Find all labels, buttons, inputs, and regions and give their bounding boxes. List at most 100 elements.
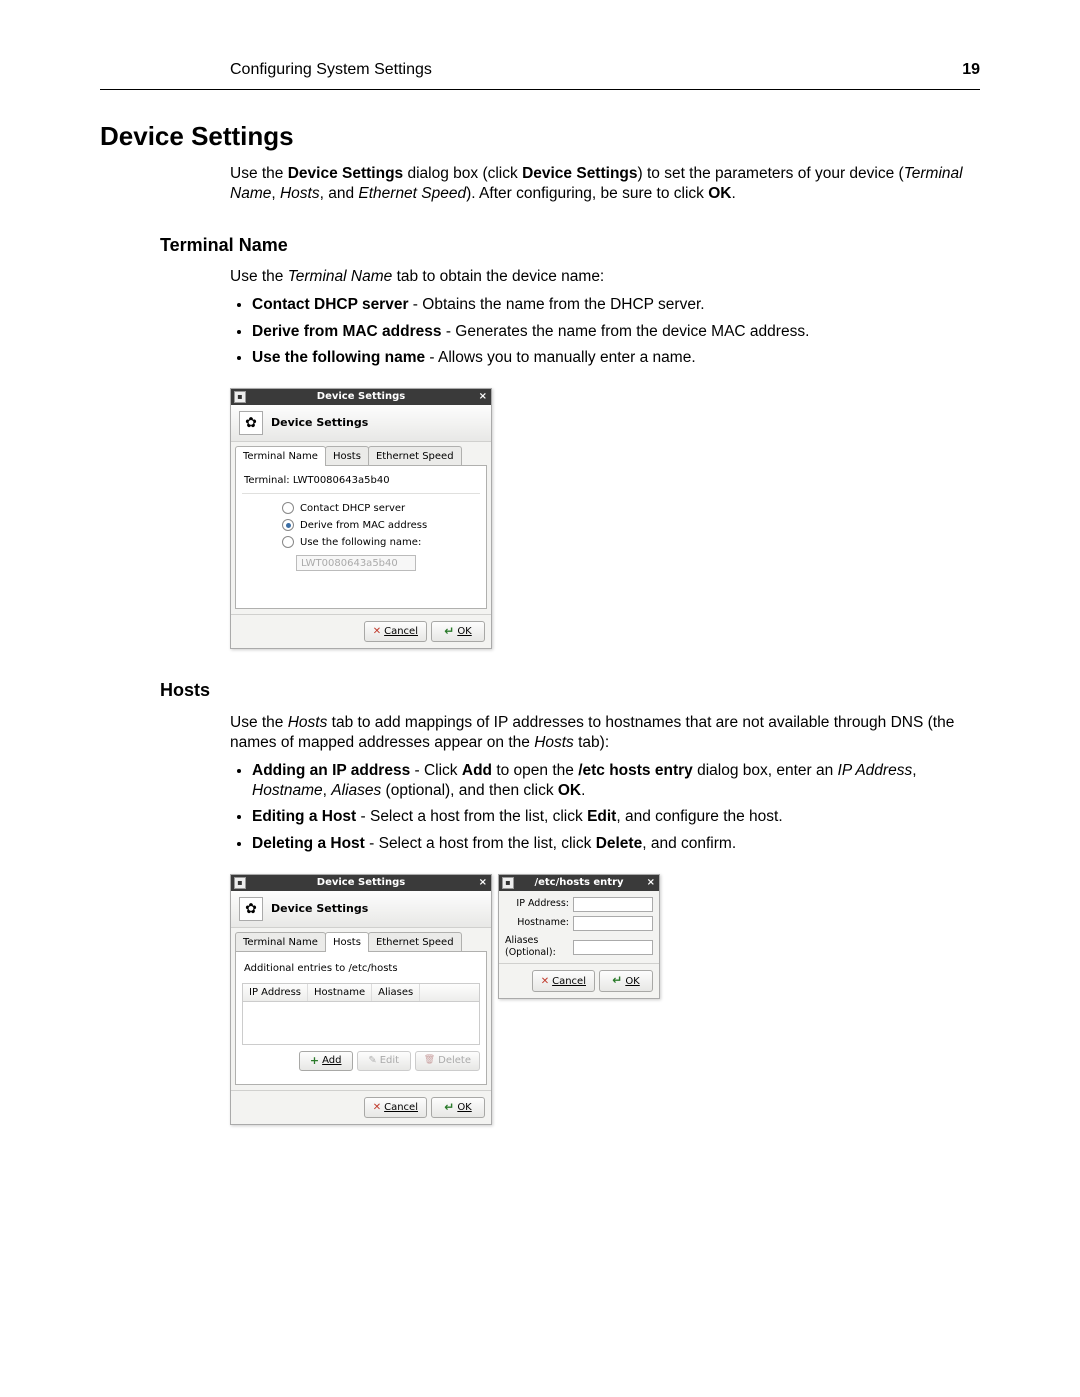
text: ). After configuring, be sure to click bbox=[466, 185, 708, 202]
col-aliases[interactable]: Aliases bbox=[372, 984, 420, 1001]
terminal-name-display: Terminal: LWT0080643a5b40 bbox=[242, 472, 480, 494]
tab-terminal-name[interactable]: Terminal Name bbox=[235, 446, 326, 466]
button-label: OK bbox=[457, 1101, 471, 1114]
text: Use the bbox=[230, 268, 288, 285]
cancel-button[interactable]: ✕Cancel bbox=[364, 1097, 427, 1119]
dialog-header: ✿ Device Settings bbox=[231, 405, 491, 442]
button-label: Edit bbox=[380, 1054, 399, 1067]
ok-button[interactable]: ↵OK bbox=[599, 970, 653, 992]
device-settings-dialog-terminal: ▪ Device Settings × ✿ Device Settings Te… bbox=[230, 388, 492, 650]
radio-contact-dhcp[interactable]: Contact DHCP server bbox=[242, 500, 480, 517]
text: Terminal: bbox=[244, 475, 293, 486]
system-menu-icon[interactable]: ▪ bbox=[234, 391, 246, 403]
tab-hosts[interactable]: Hosts bbox=[325, 446, 369, 466]
cancel-button[interactable]: ✕Cancel bbox=[364, 621, 427, 643]
tab-ethernet-speed[interactable]: Ethernet Speed bbox=[368, 446, 462, 466]
dialog-header-title: Device Settings bbox=[271, 416, 368, 430]
list-item: Editing a Host - Select a host from the … bbox=[252, 807, 980, 827]
ok-icon: ↵ bbox=[612, 973, 622, 989]
ok-button[interactable]: ↵OK bbox=[431, 621, 485, 643]
radio-icon[interactable] bbox=[282, 502, 294, 514]
button-label: OK bbox=[457, 625, 471, 638]
text: - Generates the name from the device MAC… bbox=[442, 323, 810, 340]
list-item: Use the following name - Allows you to m… bbox=[252, 348, 980, 368]
aliases-input[interactable] bbox=[573, 940, 653, 955]
hostname-label: Hostname: bbox=[517, 917, 569, 929]
tab-hosts[interactable]: Hosts bbox=[325, 932, 369, 952]
text: (optional), and then click bbox=[381, 782, 558, 799]
cancel-button[interactable]: ✕Cancel bbox=[532, 970, 595, 992]
system-menu-icon[interactable]: ▪ bbox=[234, 877, 246, 889]
edit-button[interactable]: ✎ Edit bbox=[357, 1051, 411, 1071]
text: Terminal Name bbox=[288, 268, 393, 285]
titlebar-text: /etc/hosts entry bbox=[534, 876, 623, 889]
hosts-table-header: IP Address Hostname Aliases bbox=[243, 984, 479, 1002]
ip-address-input[interactable] bbox=[573, 897, 653, 912]
running-header-left: Configuring System Settings bbox=[230, 60, 432, 81]
terminal-name-input[interactable]: LWT0080643a5b40 bbox=[296, 555, 416, 571]
plus-icon: + bbox=[310, 1054, 319, 1068]
text: Ethernet Speed bbox=[358, 185, 466, 202]
intro-paragraph: Use the Device Settings dialog box (clic… bbox=[230, 164, 980, 204]
close-icon[interactable]: × bbox=[479, 876, 487, 889]
text: , and confirm. bbox=[642, 835, 736, 852]
titlebar[interactable]: ▪ Device Settings × bbox=[231, 389, 491, 405]
device-settings-dialog-hosts: ▪ Device Settings × ✿ Device Settings Te… bbox=[230, 874, 492, 1126]
hosts-table[interactable]: IP Address Hostname Aliases bbox=[242, 983, 480, 1045]
hostname-input[interactable] bbox=[573, 916, 653, 931]
text: dialog box, enter an bbox=[693, 762, 838, 779]
titlebar[interactable]: ▪ Device Settings × bbox=[231, 875, 491, 891]
text: Use the bbox=[230, 165, 288, 182]
text: OK bbox=[708, 185, 731, 202]
dialog-button-row: ✕Cancel ↵OK bbox=[231, 1090, 491, 1125]
ok-button[interactable]: ↵OK bbox=[431, 1097, 485, 1119]
text: Device Settings bbox=[288, 165, 403, 182]
gear-icon: ✿ bbox=[239, 897, 263, 921]
terminal-name-bullets: Contact DHCP server - Obtains the name f… bbox=[230, 295, 980, 367]
text: Device Settings bbox=[522, 165, 637, 182]
text: Hostname bbox=[252, 782, 323, 799]
dialog-button-row: ✕Cancel ↵OK bbox=[499, 963, 659, 998]
text: . bbox=[731, 185, 735, 202]
tab-row: Terminal Name Hosts Ethernet Speed bbox=[231, 928, 491, 952]
button-label: Add bbox=[322, 1054, 341, 1067]
tab-terminal-name[interactable]: Terminal Name bbox=[235, 932, 326, 952]
tab-row: Terminal Name Hosts Ethernet Speed bbox=[231, 442, 491, 466]
radio-label: Contact DHCP server bbox=[300, 502, 405, 515]
text: dialog box (click bbox=[403, 165, 522, 182]
text: , bbox=[271, 185, 280, 202]
section-title: Device Settings bbox=[100, 120, 980, 154]
radio-label: Derive from MAC address bbox=[300, 519, 427, 532]
add-button[interactable]: +Add bbox=[299, 1051, 353, 1071]
ip-address-label: IP Address: bbox=[516, 898, 569, 910]
dialog-header: ✿ Device Settings bbox=[231, 891, 491, 928]
tab-ethernet-speed[interactable]: Ethernet Speed bbox=[368, 932, 462, 952]
text: OK bbox=[558, 782, 581, 799]
delete-button[interactable]: 🗑Delete bbox=[415, 1051, 480, 1071]
col-hostname[interactable]: Hostname bbox=[308, 984, 372, 1001]
close-icon[interactable]: × bbox=[479, 390, 487, 403]
text: , and bbox=[320, 185, 359, 202]
edit-icon: ✎ bbox=[368, 1054, 376, 1067]
radio-icon[interactable] bbox=[282, 536, 294, 548]
titlebar[interactable]: ▪ /etc/hosts entry × bbox=[499, 875, 659, 891]
text: - Select a host from the list, click bbox=[365, 835, 596, 852]
system-menu-icon[interactable]: ▪ bbox=[502, 877, 514, 889]
cancel-icon: ✕ bbox=[373, 625, 381, 638]
radio-derive-mac[interactable]: Derive from MAC address bbox=[242, 517, 480, 534]
hosts-bullets: Adding an IP address - Click Add to open… bbox=[230, 761, 980, 854]
close-icon[interactable]: × bbox=[647, 876, 655, 889]
hostname-row: Hostname: bbox=[505, 916, 653, 931]
col-ip[interactable]: IP Address bbox=[243, 984, 308, 1001]
hosts-lead: Use the Hosts tab to add mappings of IP … bbox=[230, 713, 980, 753]
aliases-label: Aliases (Optional): bbox=[505, 935, 569, 960]
text: Hosts bbox=[280, 185, 320, 202]
radio-use-following[interactable]: Use the following name: bbox=[242, 534, 480, 551]
cancel-icon: ✕ bbox=[541, 975, 549, 988]
text: to open the bbox=[492, 762, 578, 779]
text: , bbox=[323, 782, 332, 799]
radio-icon[interactable] bbox=[282, 519, 294, 531]
text: tab): bbox=[574, 734, 609, 751]
ok-icon: ↵ bbox=[444, 624, 454, 640]
button-label: Cancel bbox=[384, 1101, 418, 1114]
